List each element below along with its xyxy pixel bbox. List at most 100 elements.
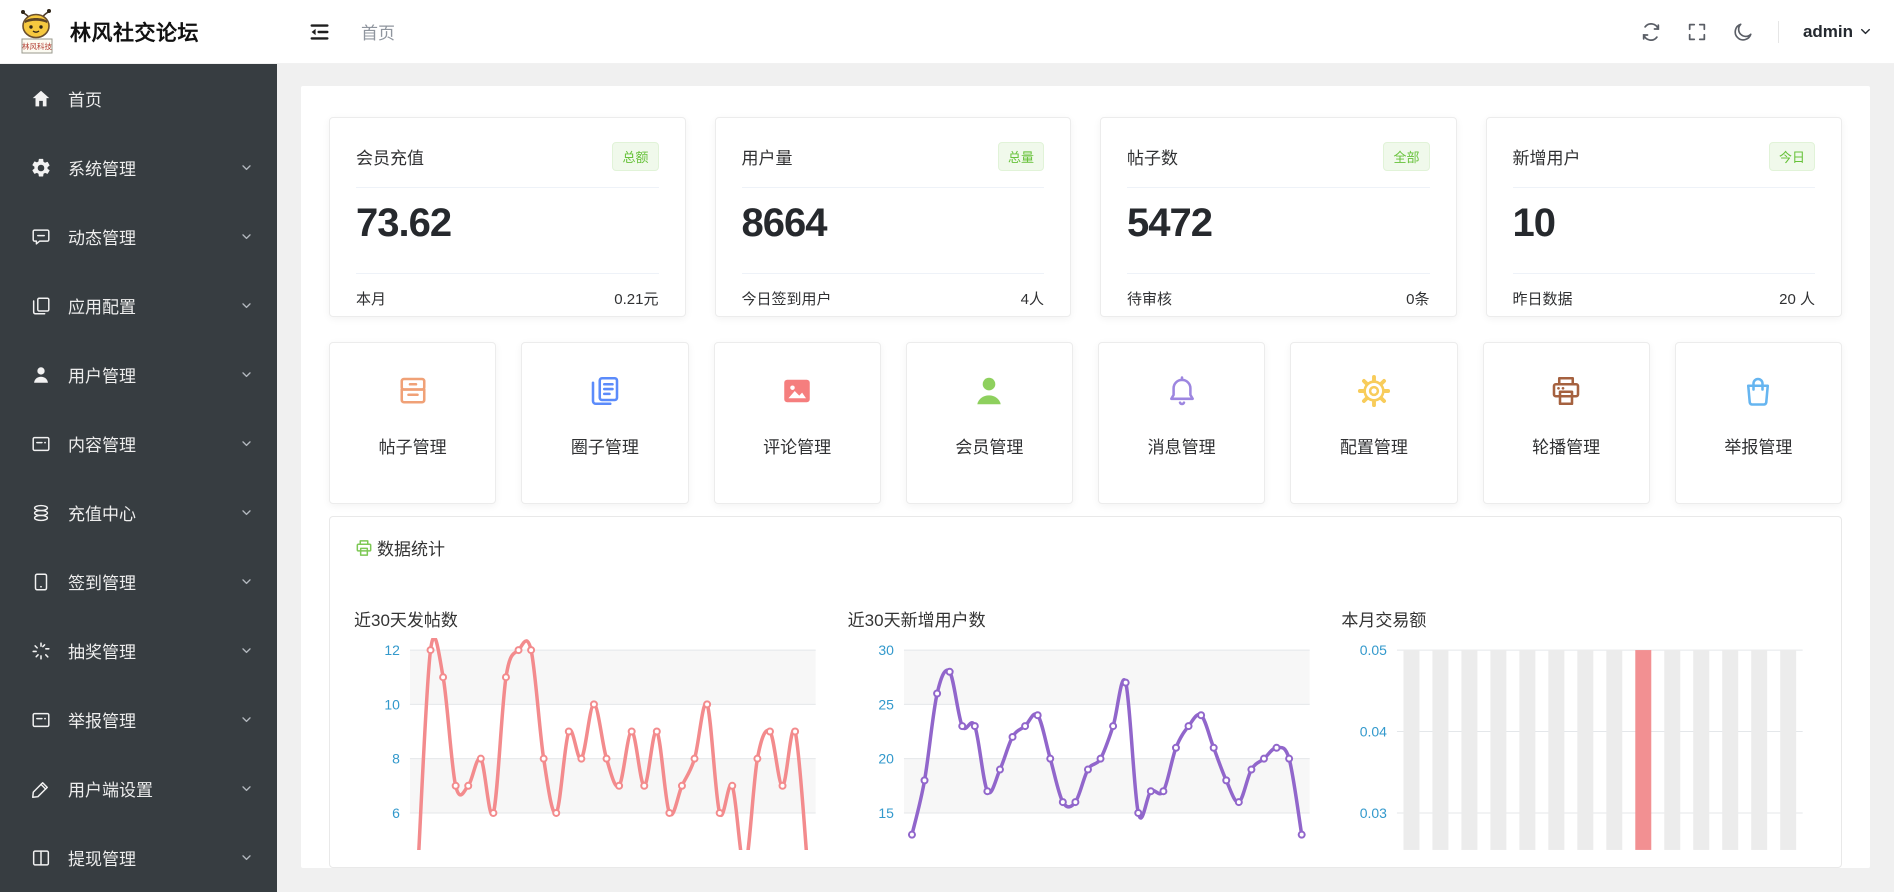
stat-badge: 今日 [1768,142,1815,171]
chevron-down-icon [240,368,253,381]
stat-value: 8664 [741,201,828,245]
svg-text:0.04: 0.04 [1360,724,1387,740]
stat-foot-value: 4人 [1020,291,1044,308]
pen-icon [30,778,52,800]
chevron-down-icon [240,782,253,795]
sidebar-item-system[interactable]: 系统管理 [0,133,277,202]
stat-badge: 总量 [997,142,1044,171]
bag-icon [1740,373,1776,409]
sidebar-item-report[interactable]: 举报管理 [0,685,277,754]
main-content: 会员充值 总额 73.62 本月 0.21元 用户量 总量 8664 今日签到用… [277,64,1894,892]
moon-icon[interactable] [1732,21,1754,43]
home-icon [30,88,52,110]
chevron-down-icon [240,851,253,864]
shortcut-messages[interactable]: 消息管理 [1098,342,1266,504]
svg-text:12: 12 [384,642,400,658]
stat-badge: 全部 [1383,142,1430,171]
chevron-down-icon [240,161,253,174]
chevron-down-icon [240,575,253,588]
sidebar-item-app-config[interactable]: 应用配置 [0,271,277,340]
sidebar-item-label: 内容管理 [68,436,136,455]
tablet-icon [30,571,52,593]
bell-icon [1164,373,1200,409]
sidebar-item-recharge[interactable]: 充值中心 [0,478,277,547]
menu-fold-icon[interactable] [309,21,331,43]
stat-value: 73.62 [356,201,452,245]
header-divider [1777,20,1779,43]
message-icon [30,226,52,248]
shortcut-members[interactable]: 会员管理 [905,342,1073,504]
fullscreen-icon[interactable] [1686,21,1708,43]
stat-foot-label: 本月 [356,291,387,308]
copy-icon [30,295,52,317]
svg-text:15: 15 [878,805,894,821]
stat-value: 5472 [1127,201,1213,245]
charts-row: 近30天发帖数 12 10 8 6 近30天新增用户数 30 25 20 15 本月交易额 0.05 0… [354,606,1817,850]
user-menu[interactable]: admin [1803,22,1872,42]
sidebar-item-users[interactable]: 用户管理 [0,340,277,409]
printer-green-icon [354,538,374,558]
sidebar-item-label: 举报管理 [68,712,136,731]
sidebar-item-label: 提现管理 [68,850,136,869]
shortcut-label: 举报管理 [1724,438,1793,457]
chevron-down-icon [1861,28,1870,35]
shortcut-posts[interactable]: 帖子管理 [329,342,497,504]
docs-icon [587,373,623,409]
sidebar-item-home[interactable]: 首页 [0,64,277,133]
svg-text:25: 25 [878,696,894,712]
gear-icon [30,157,52,179]
sidebar-item-lottery[interactable]: 抽奖管理 [0,616,277,685]
svg-text:6: 6 [392,805,400,821]
shortcut-label: 圈子管理 [570,438,639,457]
chart-bar-2: 本月交易额 0.05 0.04 0.03 [1341,606,1817,850]
sidebar-item-label: 动态管理 [68,229,136,248]
chart-line-1: 近30天新增用户数 30 25 20 15 [848,606,1324,850]
stat-foot-value: 0条 [1406,291,1430,308]
stat-foot-label: 昨日数据 [1512,291,1573,308]
stat-foot-value: 0.21元 [614,291,659,308]
chart-title: 本月交易额 [1341,611,1427,630]
sidebar-item-label: 抽奖管理 [68,643,136,662]
member-icon [971,373,1007,409]
panel-title: 数据统计 [377,540,445,559]
sidebar-item-client-settings[interactable]: 用户端设置 [0,754,277,823]
sidebar-item-content[interactable]: 内容管理 [0,409,277,478]
sidebar-item-withdraw[interactable]: 提现管理 [0,823,277,892]
form-icon [30,433,52,455]
header-actions: admin [1640,20,1894,43]
cog-icon [1356,373,1392,409]
sidebar-item-checkin[interactable]: 签到管理 [0,547,277,616]
stat-value: 10 [1512,201,1556,245]
svg-text:30: 30 [878,642,894,658]
sidebar-item-label: 应用配置 [68,298,136,317]
archive-icon [395,373,431,409]
stat-foot-value: 20 人 [1779,291,1815,308]
chart-canvas: 0.05 0.04 0.03 [1360,642,1803,850]
sidebar-item-dynamic[interactable]: 动态管理 [0,202,277,271]
chart-title: 近30天新增用户数 [847,611,986,630]
refresh-icon[interactable] [1640,21,1662,43]
data-statistics-panel: 数据统计 近30天发帖数 12 10 8 6 近30天新增用户数 30 25 20 15 本月交易额… [329,516,1842,868]
shortcut-reports[interactable]: 举报管理 [1674,342,1842,504]
shortcut-config[interactable]: 配置管理 [1290,342,1458,504]
sidebar-item-label: 用户管理 [68,367,136,386]
chevron-down-icon [240,506,253,519]
sidebar-item-label: 系统管理 [68,160,136,179]
stat-label: 新增用户 [1512,149,1581,168]
app-title: 林风社交论坛 [70,21,199,45]
shortcut-comments[interactable]: 评论管理 [713,342,881,504]
chart-canvas: 12 10 8 6 [384,638,816,850]
shortcut-circles[interactable]: 圈子管理 [521,342,689,504]
chevron-down-icon [240,713,253,726]
chevron-down-icon [240,437,253,450]
shortcut-carousel[interactable]: 轮播管理 [1482,342,1650,504]
coins-icon [30,502,52,524]
breadcrumb[interactable]: 首页 [361,19,395,44]
stat-card-user-count: 用户量 总量 8664 今日签到用户 4人 [714,117,1071,317]
stat-label: 用户量 [741,149,793,168]
shortcut-label: 帖子管理 [378,438,447,457]
bee-logo-icon: 林风科技 [21,8,53,53]
chart-line-0: 近30天发帖数 12 10 8 6 [354,606,830,850]
sidebar-item-label: 充值中心 [68,505,136,524]
logo-tag-text: 林风科技 [22,41,52,51]
